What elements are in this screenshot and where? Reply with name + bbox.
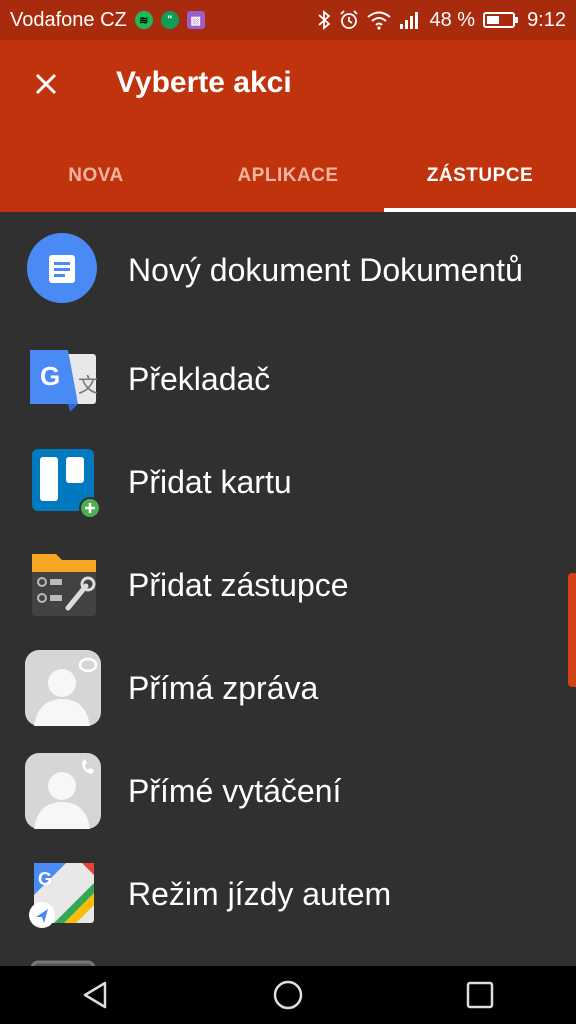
back-button[interactable] bbox=[66, 966, 126, 1024]
list-item[interactable]: G 文 Překladač bbox=[0, 327, 576, 430]
wifi-icon bbox=[367, 11, 392, 30]
home-button[interactable] bbox=[258, 966, 318, 1024]
file-manager-icon bbox=[24, 546, 102, 624]
list-item-label: Překladač bbox=[128, 360, 271, 397]
list-item[interactable]: Nový dokument Dokumentů bbox=[0, 212, 576, 327]
spotify-icon: ≋ bbox=[134, 11, 153, 29]
home-circle-icon bbox=[273, 980, 303, 1010]
svg-text:G: G bbox=[40, 361, 60, 391]
list-item-label: Přímé vytáčení bbox=[128, 772, 342, 809]
alarm-icon bbox=[340, 10, 359, 29]
recents-button[interactable] bbox=[450, 966, 510, 1024]
list-item[interactable]: Přidat zástupce bbox=[0, 533, 576, 636]
navigation-bar bbox=[0, 966, 576, 1024]
trello-icon bbox=[24, 443, 102, 521]
clock: 9:12 bbox=[527, 8, 566, 31]
tab-aplikace[interactable]: APLIKACE bbox=[192, 140, 384, 212]
list-item-label: Přidat kartu bbox=[128, 463, 292, 500]
docs-icon bbox=[24, 231, 102, 309]
tab-zastupce[interactable]: ZÁSTUPCE bbox=[384, 140, 576, 212]
list-item-label: Režim jízdy autem bbox=[128, 875, 392, 912]
close-icon bbox=[35, 73, 57, 95]
tab-bar: NOVA APLIKACE ZÁSTUPCE bbox=[0, 140, 576, 212]
list-item[interactable]: G Režim jízdy autem bbox=[0, 842, 576, 945]
close-button[interactable] bbox=[26, 64, 66, 104]
recents-square-icon bbox=[466, 981, 494, 1009]
signal-icon bbox=[400, 12, 419, 29]
back-triangle-icon bbox=[83, 981, 107, 1009]
bluetooth-icon bbox=[318, 10, 331, 30]
carrier-name: Vodafone CZ bbox=[10, 8, 127, 31]
battery-percent: 48 % bbox=[429, 8, 476, 31]
list-item-label: Přidat zástupce bbox=[128, 566, 349, 603]
page-title: Vyberte akci bbox=[116, 66, 292, 99]
status-bar-right: 48 % 9:12 bbox=[317, 0, 566, 40]
tab-nova[interactable]: NOVA bbox=[0, 140, 192, 212]
shortcut-list: Nový dokument Dokumentů G 文 Překladač Př… bbox=[0, 212, 576, 966]
list-item-label: Přímá zpráva bbox=[128, 669, 319, 706]
list-item[interactable] bbox=[0, 945, 576, 966]
partial-app-icon bbox=[24, 958, 102, 966]
contact-phone-icon bbox=[24, 752, 102, 830]
maps-icon: G bbox=[24, 855, 102, 933]
translate-icon: G 文 bbox=[24, 340, 102, 418]
list-item-label: Nový dokument Dokumentů bbox=[128, 251, 523, 288]
svg-text:文: 文 bbox=[78, 373, 98, 397]
svg-text:G: G bbox=[38, 869, 52, 889]
toolbar: Vyberte akci NOVA APLIKACE ZÁSTUPCE bbox=[0, 40, 576, 212]
scrollbar-thumb[interactable] bbox=[568, 573, 576, 687]
list-item[interactable]: Přímá zpráva bbox=[0, 636, 576, 739]
gallery-icon: ▧ bbox=[186, 11, 205, 29]
status-bar-left: Vodafone CZ ≋ " ▧ bbox=[10, 0, 205, 40]
list-item[interactable]: Přímé vytáčení bbox=[0, 739, 576, 842]
list-item[interactable]: Přidat kartu bbox=[0, 430, 576, 533]
status-bar: Vodafone CZ ≋ " ▧ 48 % 9:12 bbox=[0, 0, 576, 40]
contact-message-icon bbox=[24, 649, 102, 727]
hangouts-icon: " bbox=[160, 11, 179, 29]
battery-icon bbox=[483, 12, 519, 28]
